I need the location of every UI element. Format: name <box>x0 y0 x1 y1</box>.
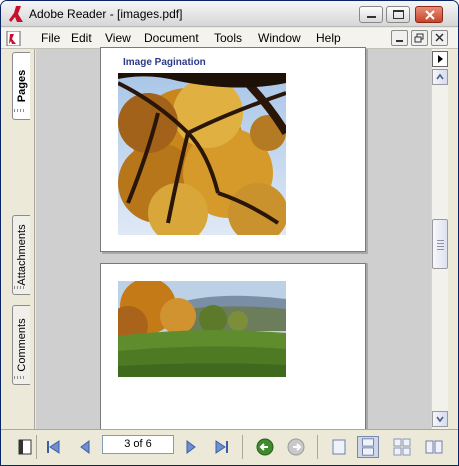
continuous-layout-icon[interactable] <box>357 436 379 458</box>
navigation-panel: Pages Attachments Comments <box>1 49 35 429</box>
toolbar-separator <box>317 435 318 459</box>
scroll-down-button[interactable] <box>432 411 448 427</box>
maximize-button[interactable] <box>386 6 410 23</box>
restore-icon <box>414 33 424 43</box>
status-toolbar: 3 of 6 <box>1 429 458 465</box>
minimize-icon <box>396 40 403 42</box>
tab-attachments-label: Attachments <box>15 224 28 286</box>
toolbar-separator <box>36 435 37 459</box>
adobe-reader-icon <box>9 6 23 22</box>
menu-edit[interactable]: Edit <box>71 31 92 45</box>
tab-pages-label: Pages <box>15 69 28 103</box>
chevron-down-icon <box>436 416 444 423</box>
document-close-button[interactable] <box>431 30 448 46</box>
scroll-up-button[interactable] <box>432 69 448 85</box>
last-page-icon[interactable] <box>211 436 233 458</box>
close-icon <box>435 33 444 42</box>
menu-view[interactable]: View <box>105 31 131 45</box>
tab-comments-label: Comments <box>15 318 28 372</box>
document-icon[interactable] <box>6 31 22 46</box>
navigation-menu-button[interactable] <box>432 51 448 67</box>
autumn-tree-photo <box>118 73 286 235</box>
toggle-navigation-icon[interactable] <box>15 436 37 458</box>
triangle-right-icon <box>438 55 443 63</box>
menu-window[interactable]: Window <box>258 31 301 45</box>
facing-layout-icon[interactable] <box>391 436 413 458</box>
tab-comments[interactable]: Comments <box>12 305 30 385</box>
back-icon[interactable] <box>254 436 276 458</box>
close-icon <box>425 10 435 20</box>
document-page[interactable] <box>100 263 366 429</box>
menu-file[interactable]: File <box>41 31 60 45</box>
menu-tools[interactable]: Tools <box>214 31 242 45</box>
tab-grip <box>14 286 24 289</box>
tab-grip <box>14 109 24 112</box>
menu-document[interactable]: Document <box>144 31 199 45</box>
page-heading: Image Pagination <box>123 57 206 68</box>
toolbar-separator <box>242 435 243 459</box>
autumn-meadow-photo <box>118 281 286 377</box>
vertical-scrollbar[interactable] <box>431 49 448 429</box>
scroll-thumb[interactable] <box>432 219 448 269</box>
previous-page-icon[interactable] <box>74 436 96 458</box>
document-restore-button[interactable] <box>411 30 428 46</box>
document-pane[interactable]: Image Pagination <box>36 47 431 429</box>
title-bar[interactable]: Adobe Reader - [images.pdf] <box>1 1 458 27</box>
document-minimize-button[interactable] <box>391 30 408 46</box>
continuous-facing-layout-icon[interactable] <box>423 436 445 458</box>
chevron-up-icon <box>436 73 444 80</box>
window-title: Adobe Reader - [images.pdf] <box>29 7 183 21</box>
menu-bar: File Edit View Document Tools Window Hel… <box>1 28 458 49</box>
menu-help[interactable]: Help <box>316 31 341 45</box>
tab-attachments[interactable]: Attachments <box>12 215 30 295</box>
single-page-layout-icon[interactable] <box>328 436 350 458</box>
page-number-field[interactable]: 3 of 6 <box>102 435 174 454</box>
close-button[interactable] <box>415 6 443 23</box>
tab-grip <box>14 376 24 379</box>
document-page[interactable]: Image Pagination <box>100 47 366 252</box>
first-page-icon[interactable] <box>42 436 64 458</box>
next-page-icon[interactable] <box>180 436 202 458</box>
forward-icon[interactable] <box>285 436 307 458</box>
minimize-button[interactable] <box>359 6 383 23</box>
app-window: Adobe Reader - [images.pdf] File Edit Vi… <box>0 0 459 466</box>
